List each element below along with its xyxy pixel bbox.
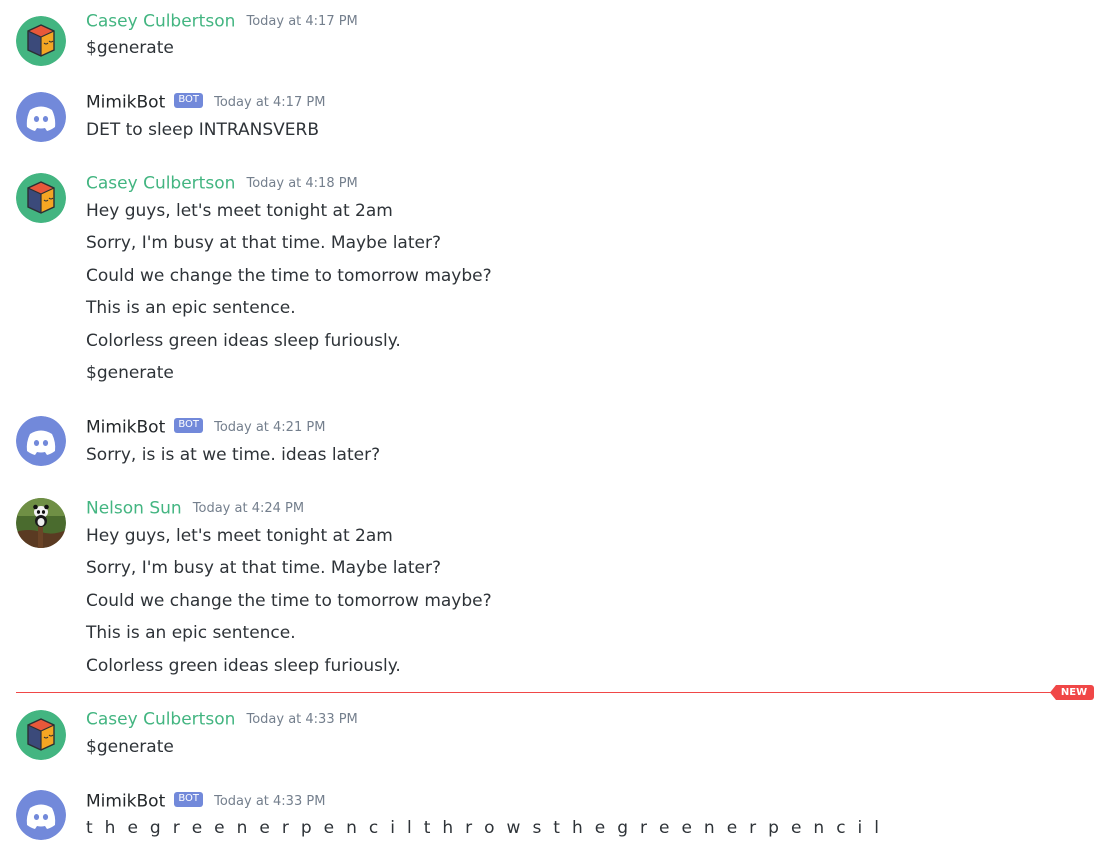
username[interactable]: MimikBot	[86, 93, 165, 113]
box-avatar-icon	[16, 16, 66, 66]
message-text: Sorry, is is at we time. ideas later?	[86, 445, 381, 465]
username[interactable]: Casey Culbertson	[86, 12, 235, 32]
message-header: Nelson Sun Today at 4:24 PM	[86, 496, 304, 520]
discord-logo-icon	[16, 92, 66, 142]
message-header: MimikBot BOT Today at 4:21 PM	[86, 415, 325, 439]
message-header: Casey Culbertson Today at 4:33 PM	[86, 707, 358, 731]
message-text: Could we change the time to tomorrow may…	[86, 266, 492, 286]
panda-photo-avatar	[16, 498, 66, 548]
message-header: MimikBot BOT Today at 4:33 PM	[86, 789, 325, 813]
bot-tag: BOT	[174, 93, 204, 108]
bot-avatar[interactable]	[16, 416, 66, 466]
message-text: $generate	[86, 737, 174, 757]
user-avatar[interactable]	[16, 16, 66, 66]
timestamp: Today at 4:21 PM	[214, 419, 326, 435]
username[interactable]: MimikBot	[86, 418, 165, 438]
message-header: MimikBot BOT Today at 4:17 PM	[86, 90, 325, 114]
message-text: $generate	[86, 363, 174, 383]
timestamp: Today at 4:33 PM	[214, 793, 326, 809]
message-header: Casey Culbertson Today at 4:18 PM	[86, 171, 358, 195]
message-text: This is an epic sentence.	[86, 623, 296, 643]
user-avatar[interactable]	[16, 498, 66, 548]
message-text: Colorless green ideas sleep furiously.	[86, 656, 401, 676]
username[interactable]: Casey Culbertson	[86, 174, 235, 194]
username[interactable]: Casey Culbertson	[86, 710, 235, 730]
message-text: DET to sleep INTRANSVERB	[86, 120, 320, 140]
timestamp: Today at 4:18 PM	[246, 175, 358, 191]
bot-avatar[interactable]	[16, 790, 66, 840]
message-text: $generate	[86, 38, 174, 58]
timestamp: Today at 4:17 PM	[214, 94, 326, 110]
timestamp: Today at 4:17 PM	[246, 13, 358, 29]
bot-tag: BOT	[174, 418, 204, 433]
message-text: This is an epic sentence.	[86, 298, 296, 318]
username[interactable]: Nelson Sun	[86, 499, 182, 519]
discord-logo-icon	[16, 790, 66, 840]
new-messages-badge: NEW	[1050, 685, 1094, 700]
timestamp: Today at 4:24 PM	[192, 500, 305, 516]
message-text: Sorry, I'm busy at that time. Maybe late…	[86, 233, 441, 253]
timestamp: Today at 4:33 PM	[246, 711, 358, 727]
user-avatar[interactable]	[16, 173, 66, 223]
message-text: Hey guys, let's meet tonight at 2am	[86, 526, 393, 546]
message-text: Could we change the time to tomorrow may…	[86, 591, 492, 611]
box-avatar-icon	[16, 173, 66, 223]
new-messages-divider	[16, 692, 1056, 693]
discord-logo-icon	[16, 416, 66, 466]
username[interactable]: MimikBot	[86, 792, 165, 812]
message-text: Colorless green ideas sleep furiously.	[86, 331, 401, 351]
user-avatar[interactable]	[16, 710, 66, 760]
message-header: Casey Culbertson Today at 4:17 PM	[86, 9, 358, 33]
message-text: Hey guys, let's meet tonight at 2am	[86, 201, 393, 221]
box-avatar-icon	[16, 710, 66, 760]
message-text: t h e g r e e n e r p e n c i l t h r o …	[86, 818, 883, 838]
bot-avatar[interactable]	[16, 92, 66, 142]
message-text: Sorry, I'm busy at that time. Maybe late…	[86, 558, 441, 578]
bot-tag: BOT	[174, 792, 204, 807]
